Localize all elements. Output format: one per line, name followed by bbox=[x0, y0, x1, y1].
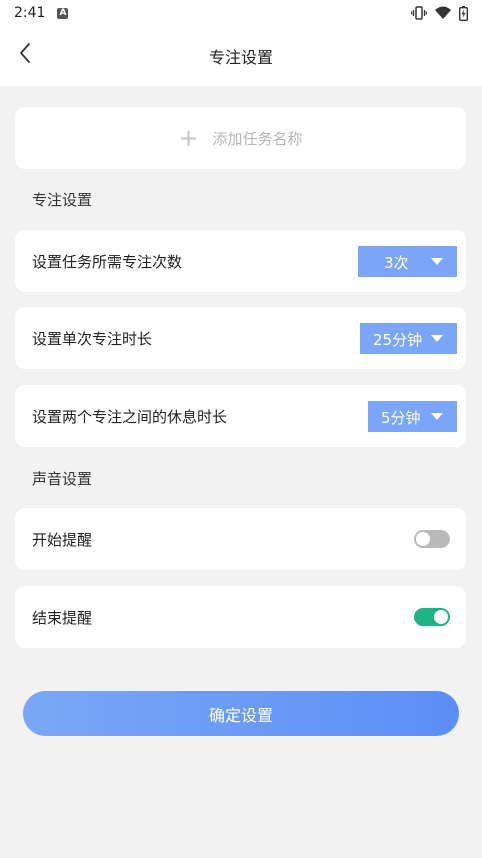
end-reminder-row: 结束提醒 bbox=[15, 586, 466, 648]
plus-icon: + bbox=[178, 124, 199, 152]
focus-count-row: 设置任务所需专注次数 3次 bbox=[15, 230, 466, 292]
end-reminder-toggle[interactable] bbox=[414, 608, 450, 626]
rest-duration-row: 设置两个专注之间的休息时长 5分钟 bbox=[15, 385, 466, 447]
confirm-settings-button[interactable]: 确定设置 bbox=[23, 691, 459, 736]
focus-duration-value: 25分钟 bbox=[373, 331, 423, 349]
focus-duration-label: 设置单次专注时长 bbox=[32, 329, 153, 348]
battery-icon bbox=[458, 5, 468, 25]
vibrate-icon bbox=[411, 5, 427, 25]
caret-down-icon bbox=[431, 335, 443, 342]
focus-count-label: 设置任务所需专注次数 bbox=[32, 252, 183, 271]
start-reminder-label: 开始提醒 bbox=[32, 530, 93, 549]
add-task-placeholder: 添加任务名称 bbox=[212, 129, 303, 148]
start-reminder-row: 开始提醒 bbox=[15, 508, 466, 570]
app-header: 专注设置 bbox=[0, 26, 482, 86]
end-reminder-label: 结束提醒 bbox=[32, 608, 93, 627]
add-task-button[interactable]: + 添加任务名称 bbox=[15, 107, 466, 169]
page-title: 专注设置 bbox=[208, 48, 273, 67]
status-icons bbox=[411, 5, 468, 25]
sound-section-label: 声音设置 bbox=[32, 470, 93, 488]
rest-duration-label: 设置两个专注之间的休息时长 bbox=[32, 407, 228, 426]
notification-a-icon: A bbox=[57, 7, 69, 19]
rest-duration-value: 5分钟 bbox=[381, 409, 421, 427]
focus-section-label: 专注设置 bbox=[32, 191, 93, 209]
caret-down-icon bbox=[431, 258, 443, 265]
focus-duration-dropdown[interactable]: 25分钟 bbox=[360, 323, 457, 354]
focus-count-value: 3次 bbox=[384, 254, 409, 272]
focus-duration-row: 设置单次专注时长 25分钟 bbox=[15, 307, 466, 369]
status-time: 2:41 bbox=[14, 5, 46, 21]
toggle-knob bbox=[434, 610, 448, 624]
status-bar: 2:41 A bbox=[0, 0, 482, 26]
rest-duration-dropdown[interactable]: 5分钟 bbox=[368, 401, 457, 432]
start-reminder-toggle[interactable] bbox=[414, 530, 450, 548]
focus-count-dropdown[interactable]: 3次 bbox=[358, 246, 457, 277]
wifi-icon bbox=[435, 6, 451, 24]
toggle-knob bbox=[416, 532, 430, 546]
caret-down-icon bbox=[431, 413, 443, 420]
